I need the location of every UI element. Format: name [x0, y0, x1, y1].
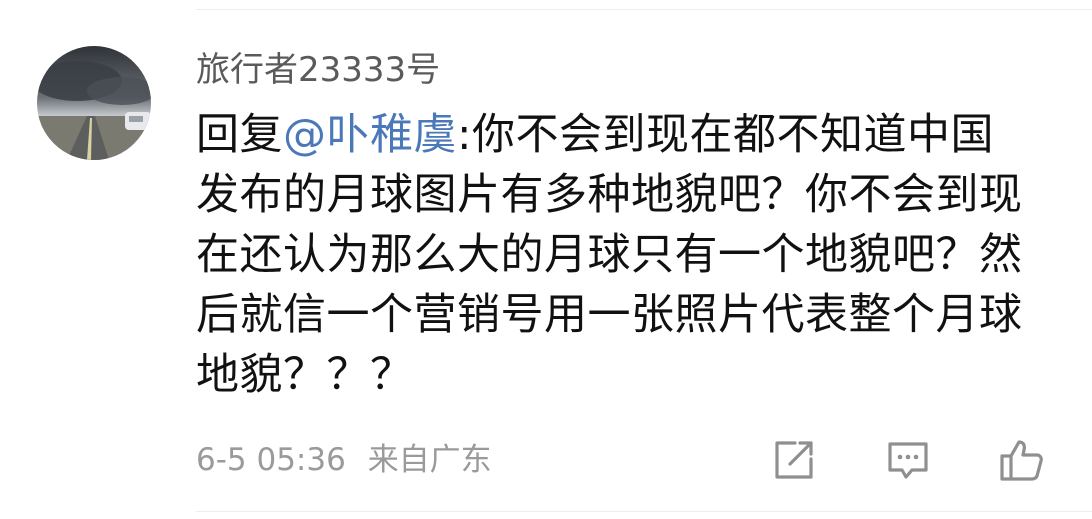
comment-icon — [888, 442, 928, 479]
comment-meta: 6-5 05:36 来自广东 — [196, 440, 492, 480]
comment-date: 6-5 05:36 — [196, 442, 346, 478]
share-button[interactable] — [770, 436, 818, 484]
bottom-divider — [196, 511, 1092, 512]
avatar[interactable] — [37, 46, 151, 160]
comment-location: 来自广东 — [367, 442, 492, 478]
comment-text: 回复@卟稚虞:你不会到现在都不知道中国发布的月球图片有多种地貌吧？你不会到现在还… — [196, 105, 1036, 405]
thumbs-up-icon — [1000, 440, 1043, 481]
username[interactable]: 旅行者23333号 — [196, 47, 440, 93]
share-icon — [775, 441, 813, 479]
avatar-image — [37, 46, 151, 160]
reply-button[interactable] — [884, 436, 932, 484]
mention-link[interactable]: @卟稚虞 — [283, 110, 457, 160]
top-divider — [196, 9, 1092, 10]
reply-prefix: 回复 — [196, 110, 283, 160]
like-button[interactable] — [997, 436, 1045, 484]
